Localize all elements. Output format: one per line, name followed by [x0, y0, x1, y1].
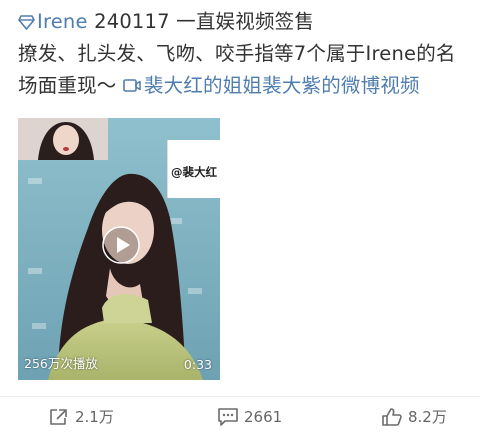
- video-thumbnail[interactable]: @裴大红 256万次播放 0:33: [18, 118, 220, 380]
- video-link[interactable]: 裴大红的姐姐裴大紫的微博视频: [123, 74, 420, 97]
- video-duration: 0:33: [183, 357, 212, 372]
- video-link-icon: [123, 79, 141, 92]
- view-count: 256万次播放: [24, 356, 98, 371]
- share-icon: [50, 408, 67, 425]
- comment-count: 2661: [244, 407, 283, 426]
- watermark-text: @裴大红: [171, 165, 217, 179]
- watermark-box: @裴大红: [167, 140, 220, 198]
- post-text: Irene 240117 一直娱视频签售 撩发、扎头发、飞吻、咬手指等7个属于I…: [18, 6, 473, 102]
- video-link-label: 裴大红的姐姐裴大紫的微博视频: [143, 74, 420, 97]
- comment-button[interactable]: 2661: [217, 397, 282, 436]
- comment-icon: [218, 407, 238, 426]
- thumbs-up-icon: [382, 407, 402, 426]
- diamond-icon: [18, 15, 35, 30]
- topic-label: Irene: [37, 10, 88, 33]
- play-icon[interactable]: [102, 226, 140, 264]
- post-title: 240117 一直娱视频签售: [87, 10, 315, 33]
- repost-button[interactable]: 2.1万: [48, 397, 114, 436]
- repost-count: 2.1万: [75, 408, 114, 426]
- inset-image: [18, 118, 108, 160]
- inset-portrait: [18, 118, 108, 160]
- like-count: 8.2万: [408, 408, 447, 426]
- topic-link[interactable]: Irene: [18, 10, 88, 33]
- action-bar: 2.1万 2661 8.2万: [0, 397, 480, 436]
- like-button[interactable]: 8.2万: [381, 397, 447, 436]
